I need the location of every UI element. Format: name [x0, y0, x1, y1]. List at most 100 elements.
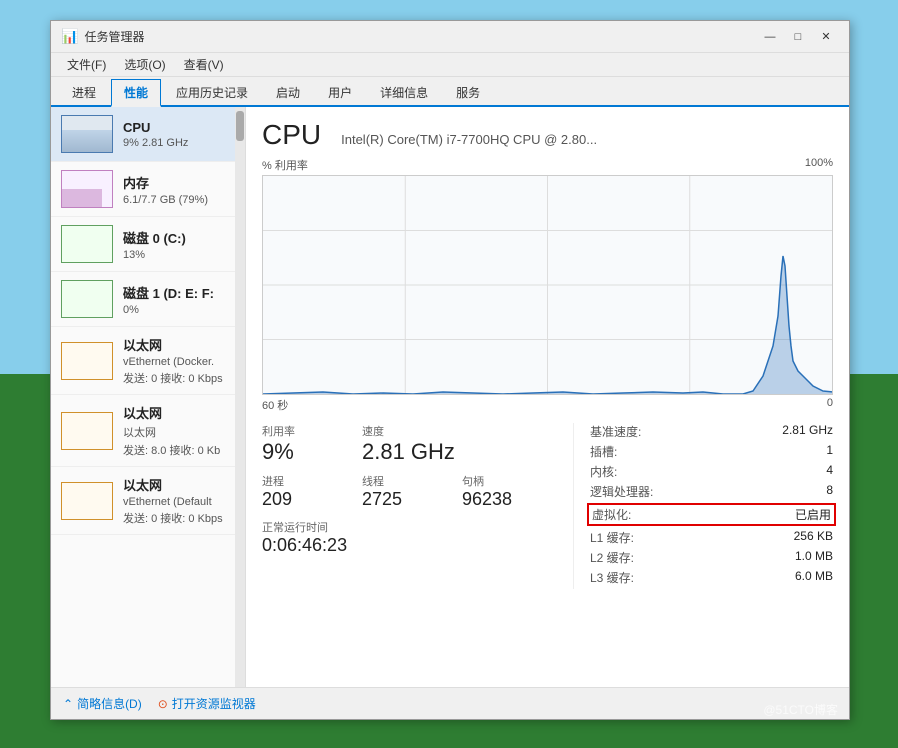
cpu-header: CPU Intel(R) Core(TM) i7-7700HQ CPU @ 2.…	[262, 119, 833, 151]
task-manager-window: 📊 任务管理器 — □ ✕ 文件(F) 选项(O) 查看(V) 进程 性能 应用…	[50, 20, 850, 720]
disk1-label: 磁盘 1 (D: E: F:	[123, 283, 235, 302]
eth1-label: 以太网	[123, 335, 235, 354]
eth3-label: 以太网	[123, 475, 235, 494]
eth1-info: 以太网 vEthernet (Docker. 发送: 0 接收: 0 Kbps	[123, 335, 235, 386]
l3-value: 6.0 MB	[795, 569, 833, 586]
cpu-model: Intel(R) Core(TM) i7-7700HQ CPU @ 2.80..…	[341, 132, 597, 147]
memory-label: 内存	[123, 173, 235, 192]
minimize-button[interactable]: —	[757, 27, 783, 47]
uptime-value: 0:06:46:23	[262, 535, 573, 556]
eth3-info: 以太网 vEthernet (Default 发送: 0 接收: 0 Kbps	[123, 475, 235, 526]
l2-value: 1.0 MB	[795, 549, 833, 566]
brief-info-link[interactable]: ⌃ 简略信息(D)	[63, 695, 142, 712]
speed-value: 2.81 GHz	[362, 439, 455, 465]
disk1-thumbnail	[61, 280, 113, 318]
chart-y-max: 100%	[805, 157, 833, 173]
stat-utilization: 利用率 9%	[262, 423, 342, 465]
chart-time-end: 0	[827, 397, 833, 413]
stats-area: 利用率 9% 速度 2.81 GHz 进程 209	[262, 423, 833, 589]
tab-bar: 进程 性能 应用历史记录 启动 用户 详细信息 服务	[51, 77, 849, 107]
stat-group-proc: 进程 209 线程 2725 句柄 96238	[262, 473, 573, 511]
logical-value: 8	[826, 483, 833, 500]
open-monitor-label: 打开资源监视器	[172, 695, 256, 712]
detail-logical: 逻辑处理器: 8	[590, 483, 833, 500]
open-monitor-link[interactable]: ⊙ 打开资源监视器	[158, 695, 256, 712]
logical-label: 逻辑处理器:	[590, 483, 653, 500]
detail-l1: L1 缓存: 256 KB	[590, 529, 833, 546]
stat-handles: 句柄 96238	[462, 473, 542, 511]
menu-file[interactable]: 文件(F)	[59, 54, 114, 75]
memory-thumbnail	[61, 170, 113, 208]
tab-startup[interactable]: 启动	[263, 79, 313, 105]
tab-services[interactable]: 服务	[443, 79, 493, 105]
main-content: CPU 9% 2.81 GHz 内存 6.1/7.7 GB (79%) 磁盘 0…	[51, 107, 849, 687]
window-title: 任务管理器	[84, 28, 144, 45]
eth3-thumbnail	[61, 482, 113, 520]
detail-sockets: 插槽: 1	[590, 443, 833, 460]
processes-label: 进程	[262, 473, 342, 489]
cpu-thumbnail	[61, 115, 113, 153]
sidebar-item-eth1[interactable]: 以太网 vEthernet (Docker. 发送: 0 接收: 0 Kbps	[51, 327, 245, 395]
handles-value: 96238	[462, 489, 542, 511]
eth1-value1: vEthernet (Docker.	[123, 356, 235, 368]
scrollbar-thumb[interactable]	[236, 111, 244, 141]
speed-label: 速度	[362, 423, 455, 439]
cpu-chart	[262, 175, 833, 395]
sidebar-scrollbar[interactable]	[235, 107, 245, 687]
tab-details[interactable]: 详细信息	[367, 79, 441, 105]
eth1-thumbnail	[61, 342, 113, 380]
disk1-info: 磁盘 1 (D: E: F: 0%	[123, 283, 235, 316]
utilization-value: 9%	[262, 439, 342, 465]
eth3-value1: vEthernet (Default	[123, 496, 235, 508]
l1-label: L1 缓存:	[590, 529, 634, 546]
tab-users[interactable]: 用户	[315, 79, 365, 105]
disk0-info: 磁盘 0 (C:) 13%	[123, 228, 235, 261]
chart-axis-labels: % 利用率 100%	[262, 157, 833, 173]
sockets-value: 1	[826, 443, 833, 460]
base-speed-value: 2.81 GHz	[782, 423, 833, 440]
menu-options[interactable]: 选项(O)	[116, 54, 173, 75]
window-icon: 📊	[61, 28, 78, 45]
cpu-info: CPU 9% 2.81 GHz	[123, 120, 235, 149]
tab-processes[interactable]: 进程	[59, 79, 109, 105]
sidebar-item-memory[interactable]: 内存 6.1/7.7 GB (79%)	[51, 162, 245, 217]
sidebar-item-disk0[interactable]: 磁盘 0 (C:) 13%	[51, 217, 245, 272]
eth1-value2: 发送: 0 接收: 0 Kbps	[123, 370, 235, 386]
threads-label: 线程	[362, 473, 442, 489]
chart-y-label: % 利用率	[262, 157, 308, 173]
l3-label: L3 缓存:	[590, 569, 634, 586]
window-controls: — □ ✕	[757, 27, 839, 47]
stat-threads: 线程 2725	[362, 473, 442, 511]
detail-base-speed: 基准速度: 2.81 GHz	[590, 423, 833, 440]
handles-label: 句柄	[462, 473, 542, 489]
menu-view[interactable]: 查看(V)	[176, 54, 232, 75]
detail-l3: L3 缓存: 6.0 MB	[590, 569, 833, 586]
l1-value: 256 KB	[794, 529, 833, 546]
stats-right: 基准速度: 2.81 GHz 插槽: 1 内核: 4 逻辑处理器: 8	[573, 423, 833, 589]
utilization-label: 利用率	[262, 423, 342, 439]
sidebar-item-disk1[interactable]: 磁盘 1 (D: E: F: 0%	[51, 272, 245, 327]
disk0-label: 磁盘 0 (C:)	[123, 228, 235, 247]
sidebar-item-eth3[interactable]: 以太网 vEthernet (Default 发送: 0 接收: 0 Kbps	[51, 467, 245, 535]
bottom-bar: ⌃ 简略信息(D) ⊙ 打开资源监视器	[51, 687, 849, 719]
stat-group-util-speed: 利用率 9% 速度 2.81 GHz	[262, 423, 573, 465]
cpu-title: CPU	[262, 119, 321, 151]
monitor-icon: ⊙	[158, 697, 168, 711]
bottom-left: ⌃ 简略信息(D) ⊙ 打开资源监视器	[63, 695, 256, 712]
menu-bar: 文件(F) 选项(O) 查看(V)	[51, 53, 849, 77]
chart-time-labels: 60 秒 0	[262, 397, 833, 413]
stat-processes: 进程 209	[262, 473, 342, 511]
title-bar: 📊 任务管理器 — □ ✕	[51, 21, 849, 53]
sidebar: CPU 9% 2.81 GHz 内存 6.1/7.7 GB (79%) 磁盘 0…	[51, 107, 246, 687]
close-button[interactable]: ✕	[813, 27, 839, 47]
watermark: @51CTO博客	[763, 701, 838, 718]
sidebar-item-eth2[interactable]: 以太网 以太网 发送: 8.0 接收: 0 Kb	[51, 395, 245, 467]
eth2-label: 以太网	[123, 403, 235, 422]
chart-time-start: 60 秒	[262, 397, 288, 413]
cores-value: 4	[826, 463, 833, 480]
tab-app-history[interactable]: 应用历史记录	[163, 79, 261, 105]
disk1-value: 0%	[123, 304, 235, 316]
sidebar-item-cpu[interactable]: CPU 9% 2.81 GHz	[51, 107, 245, 162]
tab-performance[interactable]: 性能	[111, 79, 161, 107]
maximize-button[interactable]: □	[785, 27, 811, 47]
